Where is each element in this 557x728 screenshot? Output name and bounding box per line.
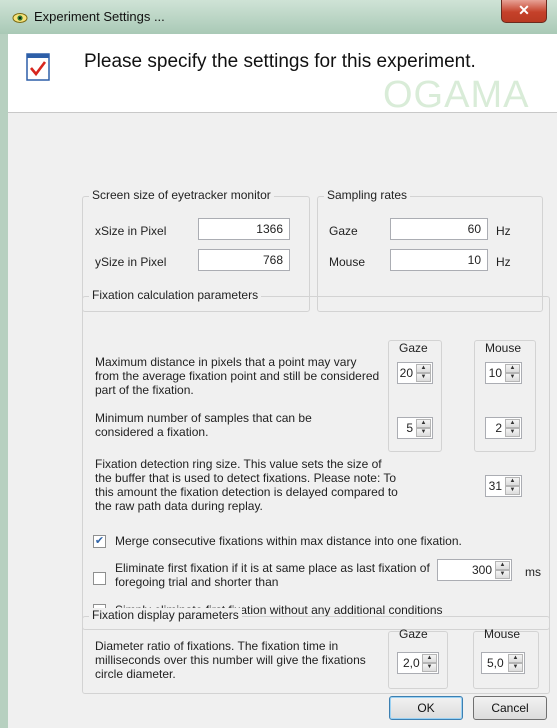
eliminate-first-spinner[interactable]: 300 ▲ ▼ [437, 559, 512, 581]
window-title: Experiment Settings ... [34, 9, 165, 24]
spin-up-icon[interactable]: ▲ [505, 477, 520, 486]
ring-size-label: Fixation detection ring size. This value… [95, 457, 398, 513]
header-banner: Please specify the settings for this exp… [8, 34, 557, 116]
sampling-gaze-input[interactable]: 60 [390, 218, 488, 240]
spin-up-icon[interactable]: ▲ [422, 654, 437, 663]
diameter-label: Diameter ratio of fixations. The fixatio… [95, 639, 366, 681]
title-bar[interactable]: Experiment Settings ... ✕ [0, 0, 557, 34]
fixation-calculation-group: Fixation calculation parameters Gaze Mou… [82, 288, 550, 630]
min-samples-gaze-value: 5 [406, 421, 413, 435]
max-distance-gaze-value: 20 [399, 366, 413, 380]
gaze-column-header: Gaze [399, 341, 428, 355]
max-distance-gaze-spinner[interactable]: 20 ▲ ▼ [397, 362, 433, 384]
mouse-column-header: Mouse [485, 341, 522, 355]
spin-up-icon[interactable]: ▲ [508, 654, 523, 663]
min-samples-label: Minimum number of samples that can be co… [95, 411, 312, 439]
eliminate-first-label: Eliminate first fixation if it is at sam… [115, 561, 430, 589]
min-samples-mouse-spinner[interactable]: 2 ▲ ▼ [485, 417, 522, 439]
close-icon: ✕ [518, 2, 530, 18]
sampling-rates-group: Sampling rates Gaze 60 Hz Mouse 10 Hz [317, 188, 543, 312]
eye-icon [12, 13, 28, 23]
xsize-input[interactable]: 1366 [198, 218, 290, 240]
window-left-border [0, 34, 8, 728]
eliminate-first-checkbox[interactable] [93, 572, 106, 585]
ysize-input[interactable]: 768 [198, 249, 290, 271]
merge-checkbox[interactable]: ✔ [93, 535, 106, 548]
diameter-mouse-spinner[interactable]: 5,0 ▲ ▼ [481, 652, 525, 674]
eliminate-first-value: 300 [471, 563, 492, 577]
spin-down-icon[interactable]: ▼ [505, 428, 520, 437]
sampling-mouse-input[interactable]: 10 [390, 249, 488, 271]
sampling-mouse-unit: Hz [496, 255, 511, 269]
eliminate-first-unit: ms [525, 565, 541, 579]
header-divider [8, 112, 557, 113]
min-samples-mouse-value: 2 [495, 421, 502, 435]
sampling-gaze-label: Gaze [329, 224, 358, 238]
max-distance-mouse-spinner[interactable]: 10 ▲ ▼ [485, 362, 522, 384]
cancel-button[interactable]: Cancel [473, 696, 547, 720]
merge-label: Merge consecutive fixations within max d… [115, 534, 462, 548]
spin-up-icon[interactable]: ▲ [505, 419, 520, 428]
fixation-display-group-title: Fixation display parameters [89, 608, 242, 622]
header-title: Please specify the settings for this exp… [84, 51, 476, 72]
max-distance-mouse-value: 10 [488, 366, 502, 380]
window-frame: Experiment Settings ... ✕ Please specify… [0, 0, 557, 728]
min-samples-gaze-spinner[interactable]: 5 ▲ ▼ [397, 417, 433, 439]
ok-button[interactable]: OK [389, 696, 463, 720]
display-gaze-column-header: Gaze [399, 627, 428, 641]
spin-down-icon[interactable]: ▼ [505, 486, 520, 495]
spin-down-icon[interactable]: ▼ [505, 373, 520, 382]
screen-size-group-title: Screen size of eyetracker monitor [89, 188, 274, 202]
max-distance-label: Maximum distance in pixels that a point … [95, 355, 380, 397]
ring-size-spinner[interactable]: 31 ▲ ▼ [485, 475, 522, 497]
sampling-rates-group-title: Sampling rates [324, 188, 411, 202]
checklist-icon [26, 53, 50, 81]
spin-up-icon[interactable]: ▲ [416, 419, 431, 428]
sampling-mouse-label: Mouse [329, 255, 366, 269]
spin-up-icon[interactable]: ▲ [505, 364, 520, 373]
spin-down-icon[interactable]: ▼ [422, 663, 437, 672]
diameter-mouse-value: 5,0 [487, 656, 504, 670]
spin-down-icon[interactable]: ▼ [416, 373, 431, 382]
fixation-display-group: Fixation display parameters Gaze Mouse D… [82, 608, 550, 694]
close-button[interactable]: ✕ [501, 0, 547, 23]
ogama-logo: OGAMA [383, 74, 530, 116]
diameter-gaze-value: 2,0 [403, 656, 420, 670]
dialog-client: Please specify the settings for this exp… [8, 34, 557, 728]
spin-down-icon[interactable]: ▼ [508, 663, 523, 672]
sampling-gaze-unit: Hz [496, 224, 511, 238]
ysize-label: ySize in Pixel [95, 255, 167, 269]
spin-down-icon[interactable]: ▼ [416, 428, 431, 437]
display-mouse-column-header: Mouse [484, 627, 521, 641]
diameter-gaze-spinner[interactable]: 2,0 ▲ ▼ [397, 652, 439, 674]
checkmark-icon: ✔ [94, 535, 105, 547]
ring-size-value: 31 [488, 479, 502, 493]
xsize-label: xSize in Pixel [95, 224, 167, 238]
spin-down-icon[interactable]: ▼ [495, 570, 510, 579]
fixation-calculation-group-title: Fixation calculation parameters [89, 288, 262, 302]
spin-up-icon[interactable]: ▲ [495, 561, 510, 570]
spin-up-icon[interactable]: ▲ [416, 364, 431, 373]
